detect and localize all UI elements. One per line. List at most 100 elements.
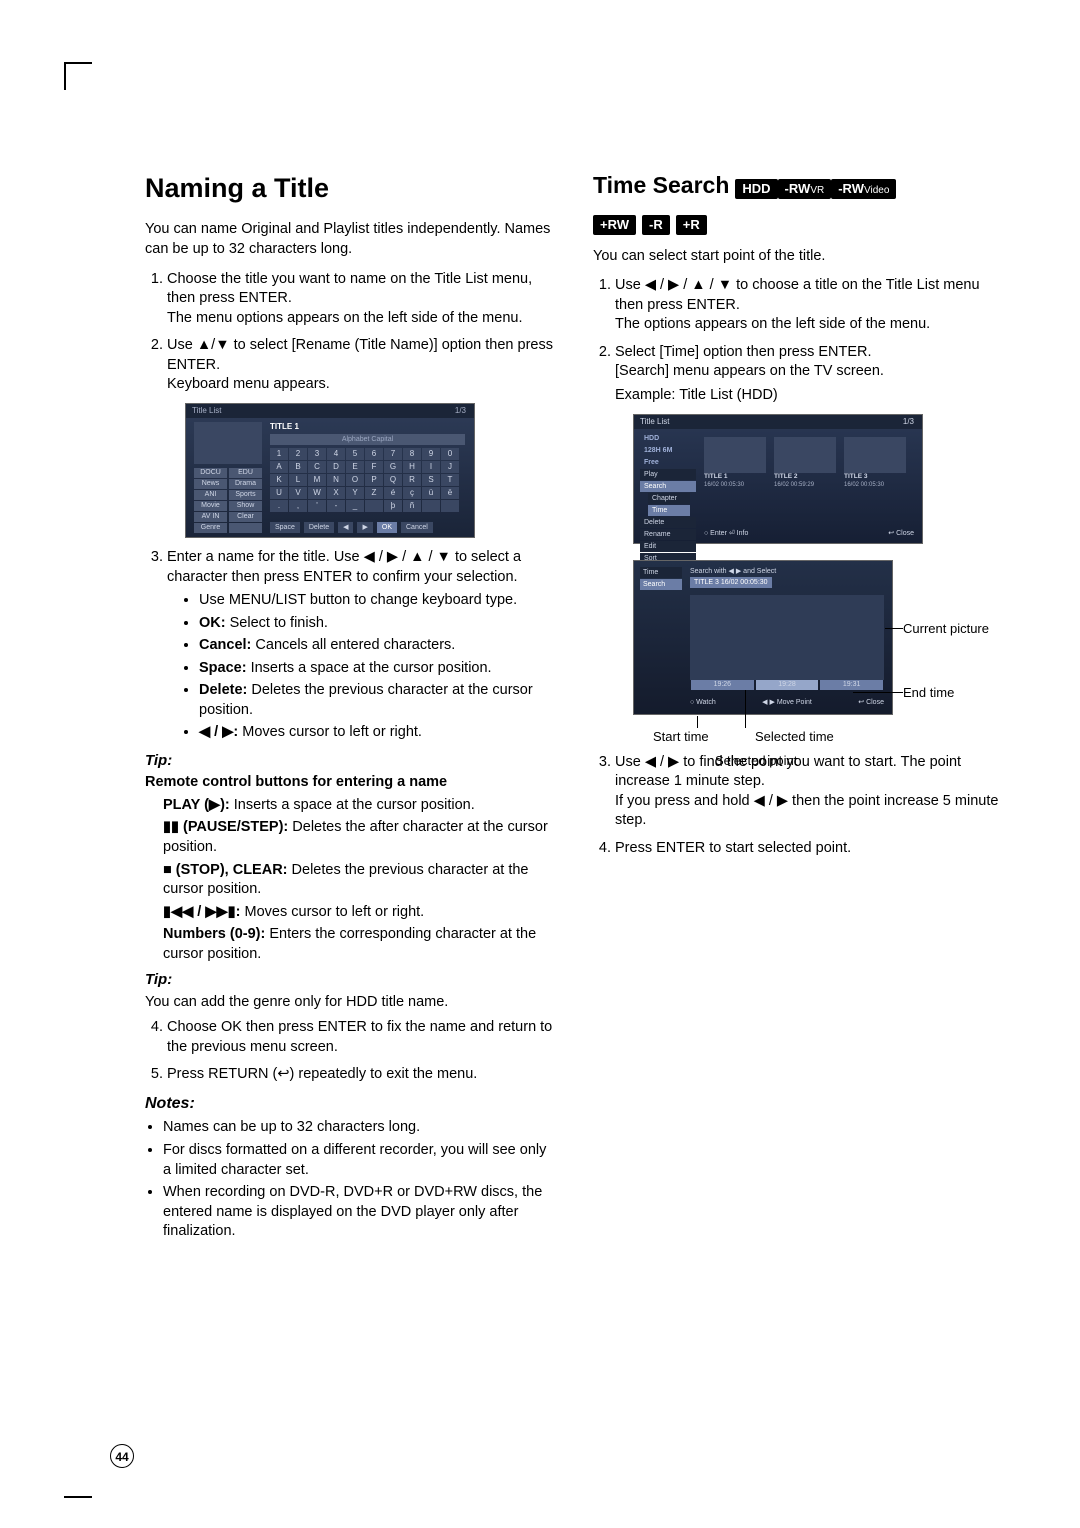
step-1: Choose the title you want to name on the… [167,270,555,329]
step3-bullet: Space: Inserts a space at the cursor pos… [199,659,555,679]
kb-char-cell: R [403,474,421,486]
heading-time-search: Time Search HDD-RWVR-RWVideo [593,170,1005,201]
step3-bullet: Cancel: Cancels all entered characters. [199,636,555,656]
disc-badge: HDD [735,179,777,199]
ts-step-3: Use ◀ / ▶ to find the point you want to … [615,753,1005,831]
kb-genre-cell: ANI [194,490,227,500]
kb-char-cell: V [289,487,307,499]
kb-genre-cell: EDU [229,468,262,478]
badge-row-1: HDD-RWVR-RWVideo [735,170,896,201]
kb-char-cell: J [441,461,459,473]
tip1-item: ▮▮ (PAUSE/STEP): Deletes the after chara… [163,818,555,857]
kb-char-cell: H [403,461,421,473]
kb-char-cell: 4 [327,448,345,460]
kb-char-cell: 1 [270,448,288,460]
kb-char-cell: C [308,461,326,473]
tip1-item: PLAY (▶): Inserts a space at the cursor … [163,796,555,816]
time-bar-seg: 19:31 [820,680,883,690]
kb-char-cell [422,500,440,512]
hdd-side-item: Delete [640,517,696,528]
kb-char-cell: Q [384,474,402,486]
note-item: When recording on DVD-R, DVD+R or DVD+RW… [163,1183,555,1242]
timesearch-intro: You can select start point of the title. [593,247,1005,267]
time-title-box: TITLE 3 16/02 00:05:30 [690,577,772,588]
kb-char-cell: ü [422,487,440,499]
kb-char-cell: F [365,461,383,473]
kb-genre-cell: Drama [229,479,262,489]
kb-char-cell: . [270,500,288,512]
disc-badge: -R [642,215,670,235]
callout-start: Start time [653,728,709,746]
kb-char-cell: Y [346,487,364,499]
disc-badge: +R [676,215,707,235]
left-column: Naming a Title You can name Original and… [145,170,555,1468]
time-bar: 19:2619:2819:31 [690,680,884,690]
right-column: Time Search HDD-RWVR-RWVideo +RW -R +R You… [593,170,1005,1468]
tip1-item: ▮◀◀ / ▶▶▮: Moves cursor to left or right… [163,903,555,923]
hdd-footer: ○ Enter ⏎ Info ↩ Close [704,529,914,538]
kb-char-cell: B [289,461,307,473]
step3-bullets: Use MENU/LIST button to change keyboard … [167,591,555,743]
kb-char-cell: _ [346,500,364,512]
keyboard-screenshot: Title List 1/3 TITLE 1 Alphabet Capital … [185,403,475,538]
kb-genre-grid: DOCUEDUNewsDramaANISportsMovieShowAV INC… [194,468,262,534]
hdd-side-item: Rename [640,529,696,540]
tip1-heading: Remote control buttons for entering a na… [145,773,555,793]
kb-char-cell: ç [403,487,421,499]
hdd-thumb: TITLE 216/02 00:59:29 [774,437,836,490]
kb-char-cell: N [327,474,345,486]
hdd-titlelist-screenshot: Title List 1/3 HDD128H 6MFreePlaySearchC… [633,414,923,544]
time-side-item: Time [640,567,682,578]
kb-char-cell: E [346,461,364,473]
kb-char-cell: W [308,487,326,499]
hdd-side-item: Edit [640,541,696,552]
tip1-item: ■ (STOP), CLEAR: Deletes the previous ch… [163,861,555,900]
hdd-side-header: HDD [640,433,696,444]
kb-char-cell: , [289,500,307,512]
kb-char-cell: P [365,474,383,486]
hdd-side-item: Play [640,469,696,480]
kb-char-cell: A [270,461,288,473]
kb-char-cell: 2 [289,448,307,460]
step-5: Press RETURN (↩) repeatedly to exit the … [167,1065,555,1085]
kb-char-cell: O [346,474,364,486]
kb-char-cell: K [270,474,288,486]
kb-char-cell: U [270,487,288,499]
hdd-bar: Title List [634,415,922,429]
kb-char-grid: 1234567890ABCDEFGHIJKLMNOPQRSTUVWXYZéçüë… [270,448,465,513]
step3-bullet: ◀ / ▶: Moves cursor to left or right. [199,723,555,743]
kb-char-cell: 9 [422,448,440,460]
hdd-side-menu: HDD128H 6MFreePlaySearchChapterTimeDelet… [640,433,696,577]
time-preview-frame [690,595,884,680]
callout-selpoint: Selected point [715,752,797,770]
hdd-side-header: Free [640,457,696,468]
notes-label: Notes: [145,1093,555,1115]
naming-intro: You can name Original and Playlist title… [145,220,555,259]
hdd-thumb-row: TITLE 116/02 00:05:30TITLE 216/02 00:59:… [704,437,906,490]
step3-bullet: OK: Select to finish. [199,614,555,634]
heading-naming: Naming a Title [145,170,555,206]
disc-badge: -RWVideo [831,179,896,199]
kb-action: Cancel [401,522,433,533]
time-bar-seg: 19:28 [756,680,819,690]
disc-badge: +RW [593,215,636,235]
kb-genre-cell: News [194,479,227,489]
kb-action: Space [270,522,300,533]
kb-char-cell: 5 [346,448,364,460]
kb-action: ▶ [357,522,372,533]
kb-char-cell: Z [365,487,383,499]
ts-step-4: Press ENTER to start selected point. [615,839,1005,859]
kb-genre-cell: Genre [194,523,227,533]
tip2-text: You can add the genre only for HDD title… [145,993,555,1013]
kb-bar-title: Title List [186,404,474,418]
kb-genre-cell: Movie [194,501,227,511]
tip1-items: PLAY (▶): Inserts a space at the cursor … [145,796,555,965]
step-3: Enter a name for the title. Use ◀ / ▶ / … [167,548,555,743]
badge-row-2: +RW -R +R [593,215,1005,235]
disc-badge: -RWVR [778,179,832,199]
kb-genre-cell: Clear [229,512,262,522]
hdd-thumb: TITLE 116/02 00:05:30 [704,437,766,490]
kb-char-cell: X [327,487,345,499]
kb-char-cell: þ [384,500,402,512]
kb-char-cell: 0 [441,448,459,460]
